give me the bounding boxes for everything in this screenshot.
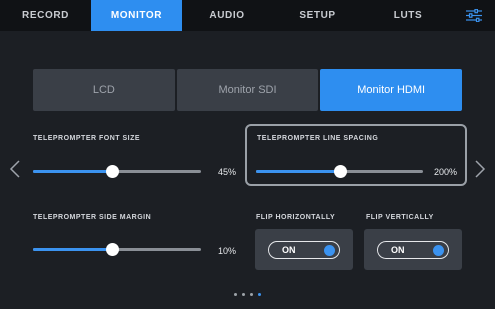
flip-horizontal-switch[interactable]: ON [268,240,340,259]
page-dot[interactable] [234,293,237,296]
output-selector: LCD Monitor SDI Monitor HDMI [33,69,463,111]
sliders-icon[interactable] [453,0,495,31]
font-size-slider[interactable] [33,163,201,179]
line-spacing-fill [256,170,340,173]
side-margin-fill [33,248,112,251]
toggle-knob-icon [324,244,335,256]
output-monitor-hdmi-button[interactable]: Monitor HDMI [320,69,463,111]
tab-luts[interactable]: LUTS [363,0,453,31]
font-size-label: TELEPROMPTER FONT SIZE [33,135,141,142]
output-monitor-sdi-button[interactable]: Monitor SDI [176,69,319,111]
font-size-value: 45% [217,167,236,177]
page-dot[interactable] [250,293,253,296]
font-size-thumb[interactable] [105,165,119,178]
chevron-left-icon[interactable] [9,160,21,178]
flip-vertical-state: ON [391,244,405,255]
tab-audio[interactable]: AUDIO [182,0,272,31]
page-indicator [0,293,495,296]
line-spacing-label: TELEPROMPTER LINE SPACING [257,135,379,142]
toggle-knob-icon [433,244,444,256]
flip-vertical-toggle[interactable]: ON [364,229,462,270]
side-margin-thumb[interactable] [105,243,119,256]
flip-horizontal-toggle[interactable]: ON [255,229,353,270]
tab-monitor[interactable]: MONITOR [91,0,182,31]
page-dot[interactable] [242,293,245,296]
flip-horizontal-label: FLIP HORIZONTALLY [256,214,336,221]
tab-bar: RECORD MONITOR AUDIO SETUP LUTS [0,0,495,31]
side-margin-label: TELEPROMPTER SIDE MARGIN [33,214,152,221]
tab-record[interactable]: RECORD [0,0,91,31]
flip-vertical-label: FLIP VERTICALLY [366,214,434,221]
font-size-fill [33,170,112,173]
side-margin-value: 10% [217,246,236,256]
line-spacing-slider[interactable] [256,163,423,179]
side-margin-slider[interactable] [33,241,201,257]
output-lcd-button[interactable]: LCD [33,69,175,111]
line-spacing-value: 200% [433,167,457,177]
flip-horizontal-state: ON [282,244,296,255]
chevron-right-icon[interactable] [474,160,486,178]
flip-vertical-switch[interactable]: ON [377,240,449,259]
tab-setup[interactable]: SETUP [272,0,363,31]
page-dot[interactable] [258,293,261,296]
line-spacing-thumb[interactable] [333,165,347,178]
